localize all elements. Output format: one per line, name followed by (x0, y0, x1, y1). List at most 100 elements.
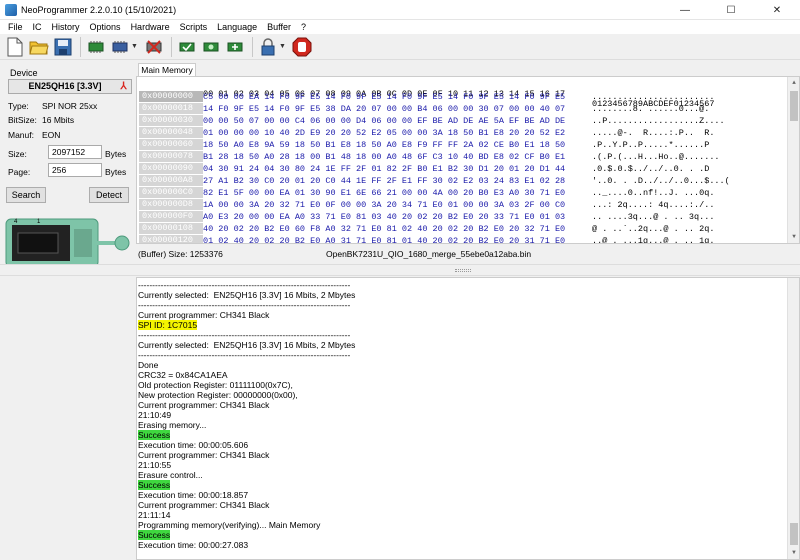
hex-bytes[interactable]: B1 28 18 50 A0 28 18 00 B1 48 18 00 A0 4… (203, 151, 565, 163)
lock-dropdown-icon[interactable]: ▼ (279, 43, 287, 50)
hex-bytes[interactable]: 00 00 50 07 00 00 C4 06 00 00 D4 06 00 0… (203, 115, 565, 127)
menu-buffer[interactable]: Buffer (262, 20, 296, 34)
menu-file[interactable]: File (3, 20, 28, 34)
new-file-icon[interactable] (4, 36, 26, 58)
menu-options[interactable]: Options (85, 20, 126, 34)
log-line: Currently selected: EN25QH16 [3.3V] 16 M… (137, 290, 787, 300)
close-button[interactable]: ✕ (754, 0, 800, 20)
log-text: Erasure control... (138, 470, 203, 480)
scroll-thumb[interactable] (790, 91, 798, 121)
scroll-up-icon[interactable]: ▲ (788, 77, 799, 89)
lock-icon[interactable] (257, 36, 279, 58)
panel-splitter[interactable] (0, 264, 800, 276)
manuf-value: EON (42, 130, 61, 140)
page-field[interactable]: 256 (48, 163, 102, 177)
log-scroll-down-icon[interactable]: ▼ (788, 547, 799, 559)
hex-ascii: '..0. . .D../../..0...$...( (592, 176, 730, 186)
log-line: Execution time: 00:00:05.606 (137, 440, 787, 450)
log-text: ----------------------------------------… (138, 280, 351, 290)
menu-bar: File IC History Options Hardware Scripts… (0, 20, 800, 34)
erase-chip-icon[interactable] (143, 36, 165, 58)
log-text: Current programmer: CH341 Black (138, 400, 270, 410)
tab-main-memory[interactable]: Main Memory (138, 63, 196, 77)
hex-bytes[interactable]: 82 E1 5F 00 00 EA 01 30 90 E1 6E 66 21 0… (203, 187, 565, 199)
log-text: New protection Register: 00000000(0x00), (138, 390, 298, 400)
log-text: Execution time: 00:00:05.606 (138, 440, 249, 450)
hex-scrollbar[interactable]: ▲ ▼ (787, 77, 799, 243)
hex-bytes[interactable]: C5 00 00 EA 14 F0 9F E5 14 F0 9F E5 14 F… (203, 91, 565, 103)
size-field[interactable]: 2097152 (48, 145, 102, 159)
hex-bytes[interactable]: 18 50 A0 E8 9A 59 18 50 B1 E8 18 50 A0 E… (203, 139, 565, 151)
app-icon (5, 3, 17, 16)
hex-ascii: .P..Y.P..P.....*......P (592, 140, 710, 150)
hex-bytes[interactable]: 04 30 91 24 04 30 80 24 1E FF 2F 01 82 2… (203, 163, 565, 175)
buffer-file-name: OpenBK7231U_QIO_1680_merge_55ebe0a12aba.… (326, 249, 532, 259)
hex-address: 0x00000018 (139, 103, 203, 114)
menu-hardware[interactable]: Hardware (126, 20, 175, 34)
blank-check-icon[interactable] (200, 36, 222, 58)
minimize-button[interactable]: — (662, 0, 708, 20)
read-chip-icon[interactable] (85, 36, 107, 58)
detect-button[interactable]: Detect (89, 187, 129, 203)
menu-help[interactable]: ? (296, 20, 311, 34)
log-text: Current programmer: CH341 Black (138, 310, 270, 320)
hex-bytes[interactable]: 27 A1 B2 30 C0 20 01 20 C0 44 1E FF 2F E… (203, 175, 565, 187)
hex-ascii: ........................ (592, 92, 715, 102)
log-line: Success (137, 530, 787, 540)
menu-language[interactable]: Language (212, 20, 262, 34)
bitsize-value: 16 Mbits (42, 115, 75, 125)
log-text: Currently selected: EN25QH16 [3.3V] 16 M… (138, 340, 356, 350)
hex-viewer[interactable]: 00 01 02 03 04 05 06 07 08 09 0A 0B 0C 0… (136, 76, 800, 244)
hex-ascii: ..@ . ...1q...@ . .. 1q. (592, 236, 715, 244)
log-line: ----------------------------------------… (137, 350, 787, 360)
log-text: ----------------------------------------… (138, 350, 351, 360)
save-disk-icon[interactable] (52, 36, 74, 58)
memory-tabs: Main Memory (136, 61, 800, 77)
log-panel[interactable]: ----------------------------------------… (136, 277, 800, 560)
bitsize-label: BitSize: (8, 115, 37, 125)
device-name: EN25QH16 [3.3V] (28, 81, 102, 91)
type-value: SPI NOR 25xx (42, 101, 98, 111)
menu-history[interactable]: History (47, 20, 85, 34)
log-text: Old protection Register: 01111100(0x7C), (138, 380, 293, 390)
log-text: 21:10:49 (138, 410, 172, 420)
device-selector[interactable]: EN25QH16 [3.3V] ⅄ (8, 79, 132, 94)
search-button[interactable]: Search (6, 187, 46, 203)
auto-chip-icon[interactable] (224, 36, 246, 58)
hex-ascii: ........8. ......0...@. (592, 104, 710, 114)
log-line: 21:10:49 (137, 410, 787, 420)
hex-address: 0x00000120 (139, 235, 203, 243)
write-chip-icon[interactable] (109, 36, 131, 58)
hex-bytes[interactable]: 14 F0 9F E5 14 F0 9F E5 38 DA 20 07 00 0… (203, 103, 565, 115)
log-line: SPI ID: 1C7015 (137, 320, 787, 330)
hex-bytes[interactable]: A0 E3 20 00 00 EA A0 33 71 E0 81 03 40 2… (203, 211, 565, 223)
write-dropdown-icon[interactable]: ▼ (131, 43, 139, 50)
hex-ascii: .0.$.0.$../../..0. . .D (592, 164, 710, 174)
log-scroll-thumb[interactable] (790, 523, 798, 545)
pdf-datasheet-icon[interactable]: ⅄ (118, 81, 129, 92)
hex-bytes[interactable]: 1A 00 00 3A 20 32 71 E0 0F 00 00 3A 20 3… (203, 199, 565, 211)
log-line: Programming memory(verifying)... Main Me… (137, 520, 787, 530)
log-line: ----------------------------------------… (137, 300, 787, 310)
menu-scripts[interactable]: Scripts (175, 20, 213, 34)
hex-address: 0x000000C0 (139, 187, 203, 198)
log-line: 21:10:55 (137, 460, 787, 470)
verify-chip-icon[interactable] (176, 36, 198, 58)
hex-ascii: .(.P.(...H...Ho..@....... (592, 152, 720, 162)
log-text: Current programmer: CH341 Black (138, 450, 270, 460)
log-text: Programming memory(verifying)... Main Me… (138, 520, 321, 530)
log-line: Success (137, 430, 787, 440)
open-folder-icon[interactable] (28, 36, 50, 58)
hex-address: 0x00000090 (139, 163, 203, 174)
menu-ic[interactable]: IC (28, 20, 47, 34)
stop-icon[interactable] (291, 36, 313, 58)
log-scrollbar[interactable]: ▼ (787, 278, 799, 559)
hex-bytes[interactable]: 40 20 02 20 B2 E0 60 F8 A0 32 71 E0 81 0… (203, 223, 565, 235)
scroll-down-icon[interactable]: ▼ (788, 231, 799, 243)
maximize-button[interactable]: ☐ (708, 0, 754, 20)
title-bar: NeoProgrammer 2.2.0.10 (15/10/2021) — ☐ … (0, 0, 800, 20)
type-label: Type: (8, 101, 29, 111)
log-line: Execution time: 00:00:27.083 (137, 540, 787, 550)
hex-bytes[interactable]: 01 00 00 00 10 40 2D E9 20 20 52 E2 05 0… (203, 127, 565, 139)
hex-bytes[interactable]: 01 02 40 20 02 20 B2 E0 A0 31 71 E0 81 0… (203, 235, 565, 243)
